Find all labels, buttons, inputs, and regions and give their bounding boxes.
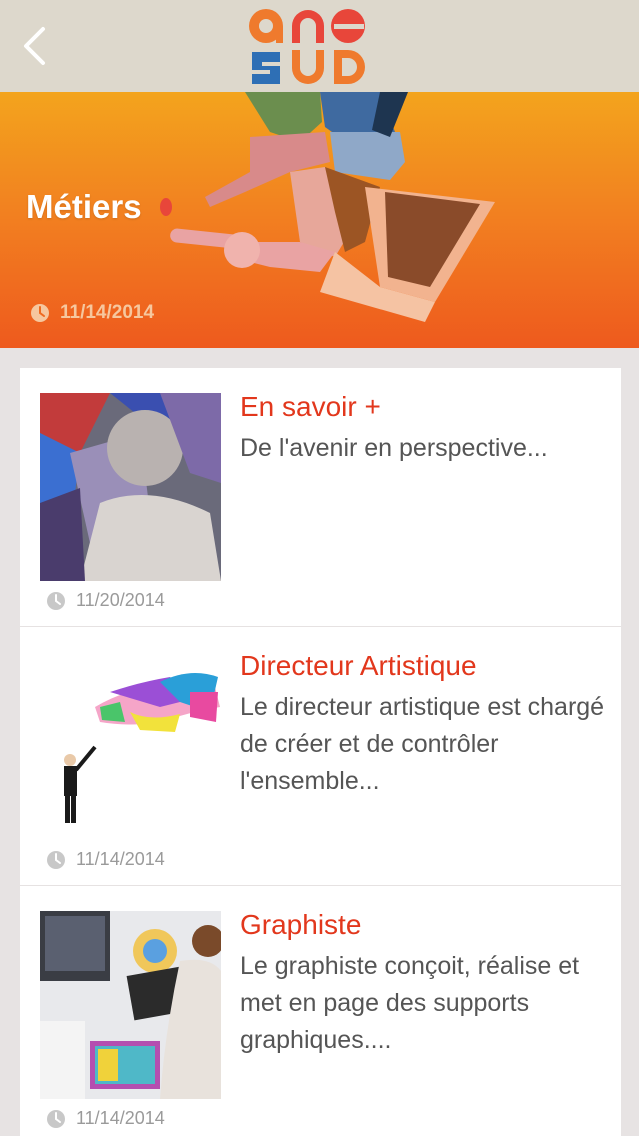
back-button[interactable] [14,22,54,70]
article-date-text: 11/14/2014 [76,1108,165,1128]
list-item[interactable]: Graphiste Le graphiste conçoit, réalise … [20,886,621,1136]
article-date: 11/20/2014 [46,590,165,611]
clock-icon [31,304,49,322]
hero-banner: Métiers 11/14/2014 [0,92,639,348]
hero-date-text: 11/14/2014 [60,302,155,323]
article-date-text: 11/14/2014 [76,849,165,869]
article-title: Graphiste [240,909,362,940]
list-item[interactable]: En savoir + De l'avenir en perspective..… [20,368,621,627]
article-title: En savoir + [240,391,381,422]
article-date-text: 11/20/2014 [76,590,165,610]
app-logo[interactable] [246,4,370,88]
article-title: Directeur Artistique [240,650,477,681]
article-description: Le graphiste conçoit, réalise et met en … [240,952,580,1054]
article-thumbnail [40,652,221,840]
top-bar [0,0,639,92]
article-description: De l'avenir en perspective... [240,434,548,462]
clock-icon [47,1109,65,1128]
clock-icon [47,591,65,610]
article-description: Le directeur artistique est chargé de cr… [240,693,605,795]
hero-date: 11/14/2014 [30,302,154,324]
article-date: 11/14/2014 [46,1108,165,1129]
article-date: 11/14/2014 [46,849,165,870]
article-thumbnail [40,393,221,581]
chevron-left-icon [24,27,45,65]
list-item[interactable]: Directeur Artistique Le directeur artist… [20,627,621,886]
hero-title: Métiers [26,188,142,225]
article-thumbnail [40,911,221,1099]
article-list: En savoir + De l'avenir en perspective..… [20,368,621,1136]
clock-icon [47,850,65,869]
hero-illustration [160,92,495,322]
